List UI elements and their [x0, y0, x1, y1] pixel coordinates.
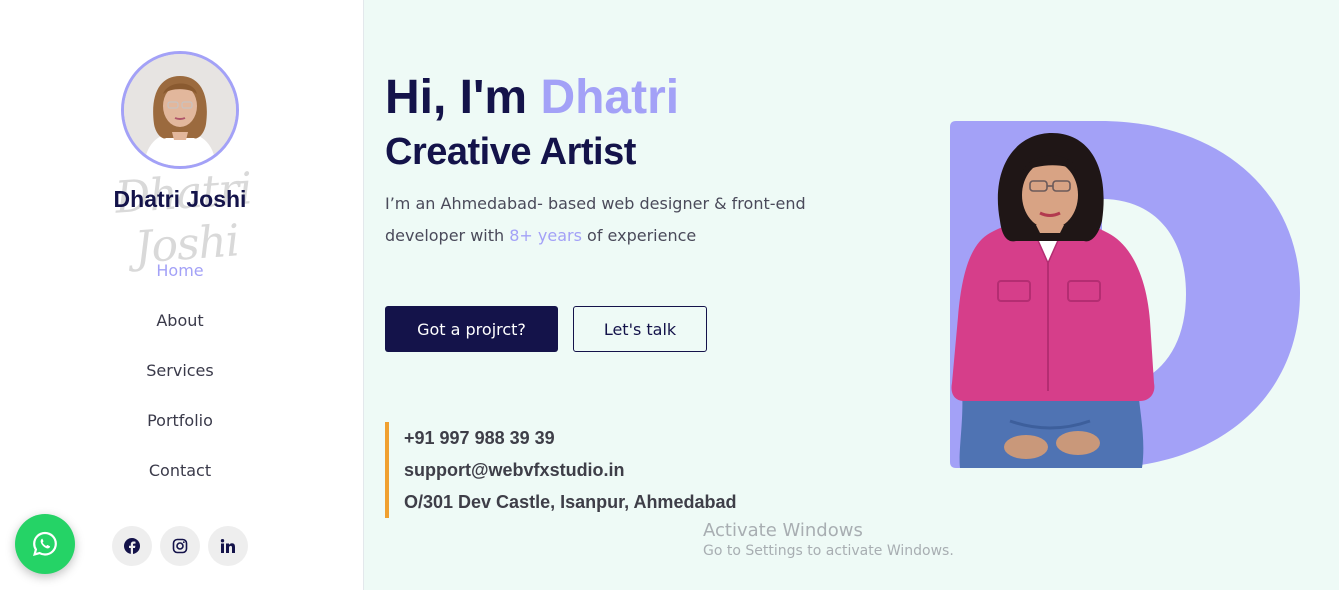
- nav-item-home[interactable]: Home: [0, 258, 360, 308]
- watermark-subtitle: Go to Settings to activate Windows.: [703, 543, 954, 559]
- hero-heading: Hi, I'm Dhatri: [385, 70, 679, 125]
- got-a-project-button[interactable]: Got a projrct?: [385, 306, 558, 352]
- nav-item-services[interactable]: Services: [0, 358, 360, 408]
- main-content: Hi, I'm Dhatri Creative Artist I’m an Ah…: [365, 0, 1339, 590]
- social-links: [112, 526, 248, 566]
- greeting-prefix: Hi, I'm: [385, 71, 541, 124]
- instagram-link[interactable]: [160, 526, 200, 566]
- contact-email[interactable]: support@webvfxstudio.in: [404, 454, 736, 486]
- experience-highlight: 8+ years: [509, 226, 582, 245]
- activate-windows-watermark: Activate Windows Go to Settings to activ…: [703, 520, 954, 559]
- facebook-link[interactable]: [112, 526, 152, 566]
- avatar-photo: [124, 54, 236, 166]
- hero-role: Creative Artist: [385, 131, 636, 173]
- profile-name: Dhatri Joshi: [113, 186, 247, 212]
- avatar: [121, 51, 239, 169]
- contact-info: +91 997 988 39 39 support@webvfxstudio.i…: [385, 422, 736, 518]
- whatsapp-button[interactable]: [15, 514, 75, 574]
- contact-phone[interactable]: +91 997 988 39 39: [404, 422, 736, 454]
- sidebar: Dhatri Joshi Dhatri Joshi Home About Ser…: [0, 0, 364, 590]
- facebook-icon: [124, 538, 140, 554]
- greeting-name: Dhatri: [540, 71, 680, 124]
- nav-item-contact[interactable]: Contact: [0, 458, 360, 508]
- whatsapp-icon: [33, 531, 57, 556]
- watermark-title: Activate Windows: [703, 520, 863, 541]
- contact-address: O/301 Dev Castle, Isanpur, Ahmedabad: [404, 492, 737, 512]
- nav-item-about[interactable]: About: [0, 308, 360, 358]
- lets-talk-button[interactable]: Let's talk: [573, 306, 707, 352]
- hero-description: I’m an Ahmedabad- based web designer & f…: [385, 188, 835, 252]
- linkedin-icon: [220, 539, 235, 553]
- main-nav: Home About Services Portfolio Contact: [0, 258, 360, 508]
- nav-item-portfolio[interactable]: Portfolio: [0, 408, 360, 458]
- instagram-icon: [172, 538, 188, 554]
- linkedin-link[interactable]: [208, 526, 248, 566]
- desc-part2: of experience: [581, 226, 697, 245]
- hero-portrait: [950, 121, 1300, 468]
